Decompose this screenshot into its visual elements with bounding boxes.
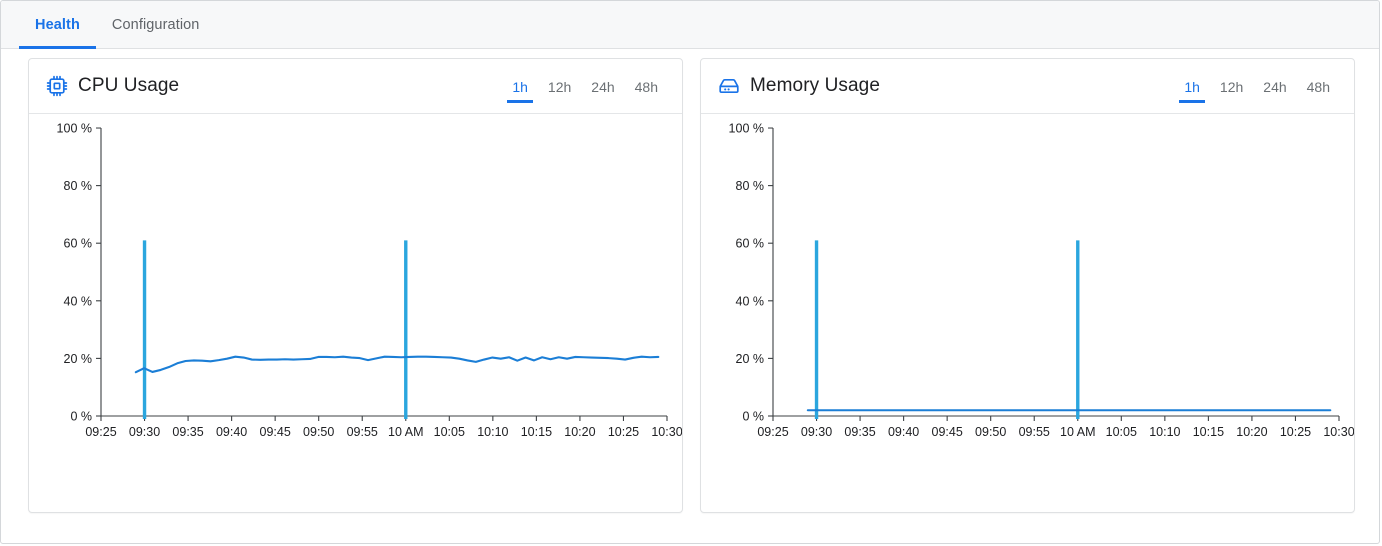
svg-text:100 %: 100 % — [729, 122, 764, 136]
tab-health[interactable]: Health — [19, 1, 96, 49]
svg-text:09:30: 09:30 — [801, 425, 832, 439]
svg-text:09:40: 09:40 — [216, 425, 247, 439]
svg-text:10 AM: 10 AM — [1060, 425, 1095, 439]
svg-text:10:20: 10:20 — [564, 425, 595, 439]
svg-text:09:55: 09:55 — [1019, 425, 1050, 439]
tab-bar: Health Configuration — [1, 1, 1379, 49]
svg-text:09:55: 09:55 — [347, 425, 378, 439]
hard-drive-icon — [719, 78, 739, 94]
memory-card-header: Memory Usage 1h 12h 24h 48h — [701, 59, 1354, 114]
cards-row: CPU Usage 1h 12h 24h 48h 0 % 20 % 40 % 60 %… — [1, 49, 1379, 513]
svg-text:09:25: 09:25 — [757, 425, 788, 439]
memory-range-48h-label: 48h — [1306, 78, 1330, 95]
cpu-range-48h-label: 48h — [634, 78, 658, 95]
svg-text:10:30: 10:30 — [651, 425, 682, 439]
svg-text:10:20: 10:20 — [1236, 425, 1267, 439]
svg-text:40 %: 40 % — [736, 294, 765, 308]
tab-configuration[interactable]: Configuration — [96, 1, 216, 48]
svg-text:10:15: 10:15 — [521, 425, 552, 439]
svg-text:09:30: 09:30 — [129, 425, 160, 439]
svg-text:20 %: 20 % — [736, 352, 765, 366]
cpu-chart[interactable]: 0 % 20 % 40 % 60 % 80 % 100 % 09:25 09:30 09:35 0… — [29, 114, 682, 512]
svg-text:100 %: 100 % — [57, 122, 92, 136]
memory-range-24h[interactable]: 24h — [1261, 80, 1288, 103]
svg-text:0 %: 0 % — [742, 410, 764, 424]
memory-card-title: Memory Usage — [750, 75, 881, 96]
cpu-range-12h[interactable]: 12h — [546, 80, 573, 103]
memory-usage-card: Memory Usage 1h 12h 24h 48h 0 % 20 % 40 % 6… — [700, 58, 1355, 513]
svg-text:09:40: 09:40 — [888, 425, 919, 439]
svg-text:10:05: 10:05 — [434, 425, 465, 439]
svg-text:80 %: 80 % — [736, 179, 765, 193]
cpu-usage-card: CPU Usage 1h 12h 24h 48h 0 % 20 % 40 % 60 %… — [28, 58, 683, 513]
svg-text:10:25: 10:25 — [1280, 425, 1311, 439]
cpu-range-48h[interactable]: 48h — [633, 80, 660, 103]
svg-text:10 AM: 10 AM — [388, 425, 423, 439]
svg-text:60 %: 60 % — [64, 237, 93, 251]
svg-text:09:45: 09:45 — [932, 425, 963, 439]
tab-health-label: Health — [35, 16, 80, 33]
svg-text:09:50: 09:50 — [975, 425, 1006, 439]
svg-text:10:10: 10:10 — [1149, 425, 1180, 439]
memory-chart-svg: 0 % 20 % 40 % 60 % 80 % 100 % 09:25 09:30 09:35 0… — [729, 122, 1354, 440]
svg-text:09:45: 09:45 — [260, 425, 291, 439]
svg-text:0 %: 0 % — [70, 410, 92, 424]
cpu-range-selector: 1h 12h 24h 48h — [507, 78, 660, 103]
cpu-range-1h-label: 1h — [512, 78, 528, 95]
svg-text:80 %: 80 % — [64, 179, 93, 193]
cpu-range-24h-label: 24h — [591, 78, 615, 95]
cpu-card-title: CPU Usage — [78, 75, 180, 96]
svg-text:60 %: 60 % — [736, 237, 765, 251]
cpu-range-12h-label: 12h — [547, 78, 572, 95]
cpu-chip-icon — [46, 75, 68, 97]
memory-range-48h[interactable]: 48h — [1305, 80, 1332, 103]
memory-range-12h[interactable]: 12h — [1218, 80, 1245, 103]
svg-text:10:25: 10:25 — [608, 425, 639, 439]
memory-range-12h-label: 12h — [1219, 78, 1244, 95]
svg-text:09:25: 09:25 — [85, 425, 116, 439]
cpu-card-header: CPU Usage 1h 12h 24h 48h — [29, 59, 682, 114]
memory-range-1h[interactable]: 1h — [1179, 78, 1205, 103]
health-page: Health Configuration CPU Usage 1h 12h 24… — [0, 0, 1380, 544]
memory-range-selector: 1h 12h 24h 48h — [1179, 78, 1332, 103]
svg-text:09:35: 09:35 — [844, 425, 875, 439]
cpu-range-1h[interactable]: 1h — [507, 78, 533, 103]
tab-configuration-label: Configuration — [111, 16, 200, 33]
svg-text:10:05: 10:05 — [1106, 425, 1137, 439]
memory-range-24h-label: 24h — [1263, 78, 1287, 95]
svg-text:10:10: 10:10 — [477, 425, 508, 439]
svg-text:20 %: 20 % — [64, 352, 93, 366]
svg-text:10:30: 10:30 — [1323, 425, 1354, 439]
cpu-range-24h[interactable]: 24h — [589, 80, 616, 103]
svg-text:09:50: 09:50 — [303, 425, 334, 439]
svg-text:09:35: 09:35 — [172, 425, 203, 439]
svg-text:10:15: 10:15 — [1193, 425, 1224, 439]
svg-text:40 %: 40 % — [64, 294, 93, 308]
memory-chart[interactable]: 0 % 20 % 40 % 60 % 80 % 100 % 09:25 09:30 09:35 0… — [701, 114, 1354, 512]
memory-range-1h-label: 1h — [1184, 78, 1200, 95]
cpu-chart-svg: 0 % 20 % 40 % 60 % 80 % 100 % 09:25 09:30 09:35 0… — [57, 122, 682, 440]
